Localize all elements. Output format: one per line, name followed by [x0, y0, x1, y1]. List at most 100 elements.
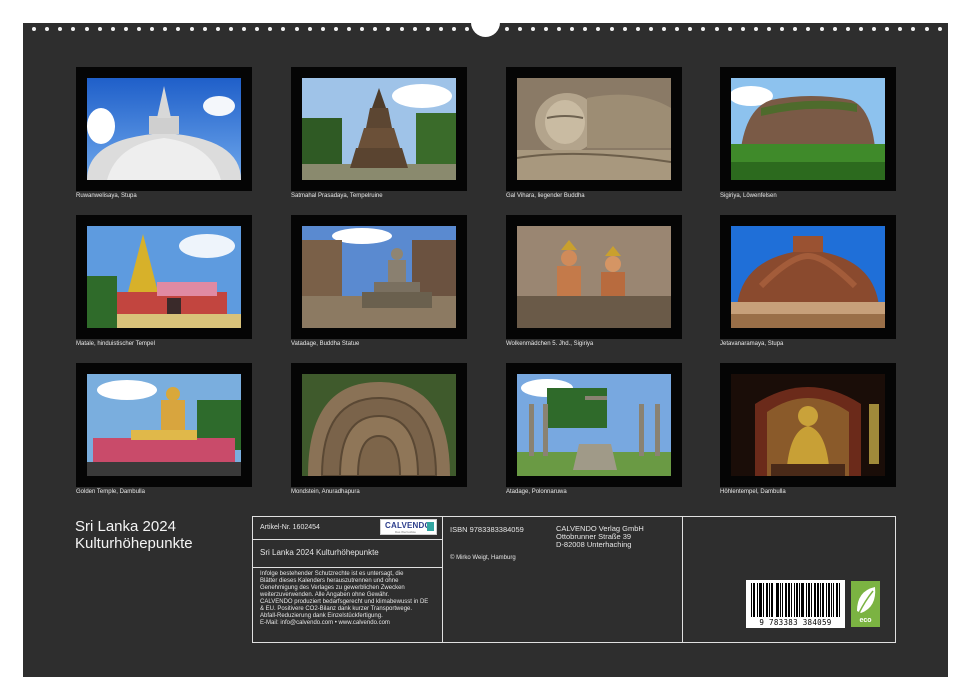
photo-rock-fortress [720, 67, 896, 191]
binding-hole [425, 27, 430, 31]
photo-caption: Wolkenmädchen 5. Jhd., Sigiriya [506, 341, 594, 347]
binding-hole [635, 27, 640, 31]
binding-hole [858, 27, 863, 31]
legal-line: Genehmigung des Verlages zu gewerblichen… [260, 585, 405, 591]
barcode-number: 9 783383 384059 [759, 618, 832, 627]
binding-hole [386, 27, 391, 31]
binding-hole [399, 27, 404, 31]
binding-hole [504, 27, 509, 31]
photo-fresco [506, 215, 682, 339]
stupa-image [87, 78, 241, 180]
hindu-temple-image [87, 226, 241, 328]
barcode: 9 783383 384059 [746, 580, 845, 628]
binding-hole [688, 27, 693, 31]
binding-hole [438, 27, 443, 31]
barcode-bar [815, 583, 817, 617]
binding-hole [727, 27, 732, 31]
binding-hole [557, 27, 561, 31]
photo-caption: Matale, hinduistischer Tempel [76, 341, 155, 347]
binding-hole [373, 27, 378, 31]
binding-hole [530, 27, 535, 31]
photo-caption: Sigiriya, Löwenfelsen [720, 193, 777, 199]
photo-hindu-temple [76, 215, 252, 339]
copyright: © Mirko Weigt, Hamburg [450, 555, 516, 561]
binding-hole [780, 27, 785, 31]
photo-cave-temple [720, 363, 896, 487]
barcode-bar [779, 583, 781, 617]
logo-mark-icon [427, 522, 434, 531]
binding-hole [753, 27, 758, 31]
legal-line: CALVENDO produziert bedarfsgerecht und k… [260, 599, 429, 605]
eco-badge: eco [851, 581, 880, 627]
binding-hole [452, 27, 456, 31]
barcode-bar [781, 583, 783, 617]
brick-stupa-image [731, 226, 885, 328]
legal-line: weiterzuverwenden. Alle Angaben ohne Gew… [260, 592, 390, 598]
barcode-bar [788, 583, 790, 617]
barcode-bar [822, 583, 824, 617]
barcode-bar [832, 583, 834, 617]
binding-hole [570, 27, 575, 31]
photo-stupa-dome [76, 67, 252, 191]
legal-line: Blätter dieses Kalenders herauszutrennen… [260, 578, 399, 584]
binding-hole [189, 27, 194, 31]
reclining-buddha-image [517, 78, 671, 180]
barcode-bar [828, 583, 830, 617]
barcode-bar [757, 583, 759, 617]
photo-caption: Mondstein, Anuradhapura [291, 489, 360, 495]
binding-hole [819, 27, 824, 31]
barcode-bar [763, 583, 765, 617]
binding-hole [137, 27, 141, 31]
cave-temple-image [731, 374, 885, 476]
photo-caption: Golden Temple, Dambulla [76, 489, 145, 495]
barcode-bar [836, 583, 838, 617]
photo-temple-ruin [291, 67, 467, 191]
binding-hole [347, 27, 351, 31]
golden-temple-image [87, 374, 241, 476]
binding-hole [701, 27, 706, 31]
binding-hole [806, 27, 811, 31]
binding-hole [32, 27, 36, 31]
photo-golden-temple [76, 363, 252, 487]
photo-caption: Höhlentempel, Dambulla [720, 489, 786, 495]
binding-hole [242, 27, 246, 31]
photo-caption: Atadage, Polonnaruwa [506, 489, 567, 495]
photo-caption: Gal Vihara, liegender Buddha [506, 193, 585, 199]
barcode-bar [838, 583, 840, 617]
binding-hole [58, 27, 63, 31]
binding-hole [675, 27, 680, 31]
binding-hole [45, 27, 50, 31]
binding-hole [885, 27, 890, 31]
binding-hole [215, 27, 220, 31]
binding-hole [543, 27, 548, 31]
binding-hole [320, 27, 325, 31]
divider [252, 539, 442, 540]
calendar-title: Sri Lanka 2024 Kulturhöhepunkte [75, 518, 193, 552]
eco-label: eco [859, 617, 872, 624]
barcode-bar [817, 583, 819, 617]
binding-hole [609, 27, 614, 31]
binding-hole [412, 27, 417, 31]
photo-pillar-ruins [506, 363, 682, 487]
photo-moonstone [291, 363, 467, 487]
photo-caption: Jetavanaramaya, Stupa [720, 341, 784, 347]
photo-caption: Ruwanwelisaya, Stupa [76, 193, 137, 199]
logo-subtext: Das Wertvollste [395, 530, 416, 534]
binding-hole [255, 27, 260, 31]
title-line-1: Sri Lanka 2024 [75, 518, 176, 535]
binding-hole [583, 27, 588, 31]
fresco-image [517, 226, 671, 328]
barcode-bar [785, 583, 787, 617]
barcode-bar [767, 583, 769, 617]
divider [442, 516, 443, 643]
barcode-bar [790, 583, 792, 617]
binding-hole [84, 27, 89, 31]
barcode-bar [830, 583, 832, 617]
barcode-bar [777, 583, 779, 617]
pillar-ruins-image [517, 374, 671, 476]
moonstone-image [302, 374, 456, 476]
binding-hole [937, 27, 942, 31]
legal-line: E-Mail: info@calvendo.com • www.calvendo… [260, 620, 390, 626]
binding-hole [176, 27, 181, 31]
barcode-bar [806, 583, 808, 617]
